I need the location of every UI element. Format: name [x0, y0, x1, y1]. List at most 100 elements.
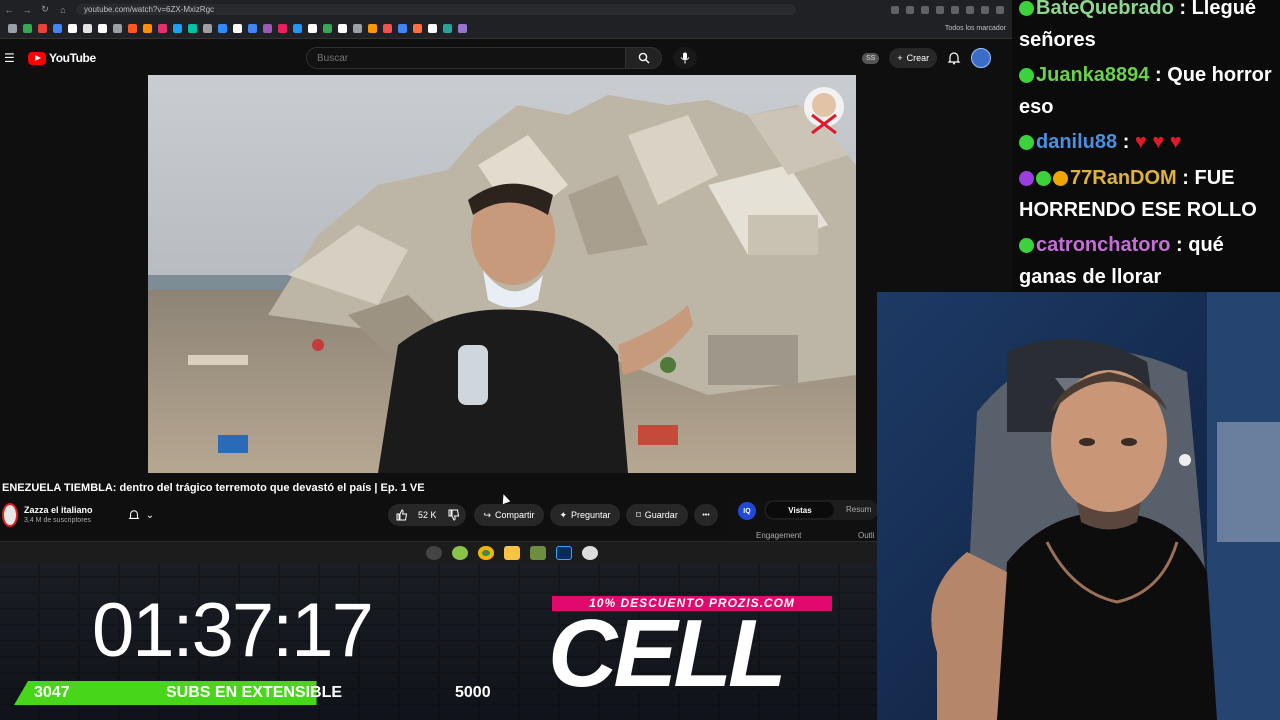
back-icon[interactable]: ← [0, 5, 18, 15]
iq-logo[interactable]: IQ [738, 502, 756, 520]
webcam-feed [877, 292, 1280, 720]
bookmark-icon[interactable] [353, 24, 362, 33]
subathon-timer: 01:37:17 [92, 588, 374, 673]
chevron-down-icon: ⌄ [145, 509, 155, 521]
voice-search-button[interactable] [673, 47, 697, 69]
folder-icon[interactable] [504, 546, 520, 560]
chat-username: BateQuebrado [1036, 0, 1174, 19]
channel-row: Zazza el italiano 3,4 M de suscriptores … [0, 500, 720, 530]
account-avatar[interactable] [971, 48, 992, 68]
bookmark-icon[interactable] [308, 24, 317, 33]
outlier-label: Outli [858, 531, 875, 540]
reload-icon[interactable]: ↻ [36, 4, 54, 15]
bookmark-icon[interactable] [458, 24, 467, 33]
tab-resumen[interactable]: Resum [846, 505, 871, 514]
bookmark-icon[interactable] [8, 24, 17, 33]
kebab-menu-icon[interactable] [996, 5, 1004, 14]
bookmark-icon[interactable] [248, 24, 257, 33]
more-actions-button[interactable]: ••• [694, 504, 718, 526]
bookmark-icon[interactable] [23, 24, 32, 33]
minecraft-icon[interactable] [530, 546, 546, 560]
badge-icon [1053, 171, 1068, 186]
bookmark-icon[interactable] [218, 24, 227, 33]
taskbar [0, 541, 1012, 563]
bookmark-icon[interactable] [323, 24, 332, 33]
stream-screen: ← → ↻ ⌂ youtube.com/watch?v=6ZX-MxizRgc [0, 0, 1280, 720]
bookmark-icon[interactable] [383, 24, 392, 33]
bookmark-icon[interactable] [293, 24, 302, 33]
chrome-icon[interactable] [478, 546, 494, 560]
chat-username: danilu88 [1036, 131, 1118, 153]
bell-icon[interactable] [947, 51, 961, 65]
zoom-icon[interactable] [891, 5, 899, 14]
panel-tabs: Vistas Resum [764, 500, 878, 520]
badge-icon [1019, 68, 1034, 83]
video-frame [148, 75, 856, 473]
save-label: Guardar [644, 510, 678, 520]
bookmark-icon[interactable] [233, 24, 242, 33]
bookmark-icon[interactable] [53, 24, 62, 33]
app-icon[interactable] [582, 546, 598, 560]
search-input[interactable] [306, 47, 626, 69]
photoshop-icon[interactable] [556, 546, 572, 560]
bookmark-icon[interactable] [203, 24, 212, 33]
subscribe-bell-button[interactable]: ⌄ [120, 504, 162, 526]
webcam-image [877, 292, 1280, 720]
bookmark-icon[interactable] [128, 24, 137, 33]
taskbar-icons [426, 546, 598, 560]
bookmark-icon[interactable] [68, 24, 77, 33]
all-bookmarks-link[interactable]: Todos los marcador [945, 25, 1012, 32]
bookmark-icon[interactable] [398, 24, 407, 33]
bookmark-icon: ⌑ [636, 509, 641, 520]
download-icon[interactable] [966, 5, 974, 14]
bookmark-icon[interactable] [38, 24, 47, 33]
channel-avatar[interactable] [2, 503, 18, 527]
tab-vistas[interactable]: Vistas [766, 502, 834, 518]
youtube-logo[interactable]: YouTube [28, 51, 96, 65]
more-icon: ••• [702, 511, 710, 519]
bookmark-icon[interactable] [143, 24, 152, 33]
bookmark-icon[interactable] [413, 24, 422, 33]
video-player[interactable] [148, 75, 856, 473]
chat-message: danilu88 : ♥ ♥ ♥ [1019, 126, 1277, 158]
dislike-button[interactable] [442, 504, 466, 526]
home-icon[interactable]: ⌂ [54, 5, 72, 15]
ask-button[interactable]: ✦ Preguntar [550, 504, 620, 526]
bell-icon [128, 510, 140, 519]
bookmark-icon[interactable] [263, 24, 272, 33]
bookmark-icon[interactable] [278, 24, 287, 33]
bookmark-icon[interactable] [83, 24, 92, 33]
app-icon[interactable] [452, 546, 468, 560]
star-icon[interactable] [921, 5, 929, 14]
subs-goal: 5000 [455, 684, 491, 701]
bookmark-icon[interactable] [98, 24, 107, 33]
search-icon [638, 52, 649, 64]
url-field[interactable]: youtube.com/watch?v=6ZX-MxizRgc [76, 4, 796, 15]
bookmark-icon[interactable] [173, 24, 182, 33]
search-box [306, 47, 662, 69]
cast-icon[interactable] [906, 5, 914, 14]
create-button[interactable]: + Crear [889, 48, 938, 68]
extension-icon[interactable] [936, 5, 944, 14]
save-button[interactable]: ⌑ Guardar [626, 504, 688, 526]
bookmark-icon[interactable] [368, 24, 377, 33]
bookmark-icon[interactable] [188, 24, 197, 33]
bookmark-icon[interactable] [443, 24, 452, 33]
share-button[interactable]: ↪ Compartir [474, 504, 544, 526]
bookmark-icon[interactable] [428, 24, 437, 33]
obs-icon[interactable] [426, 546, 442, 560]
ss-badge[interactable]: SS [862, 52, 880, 64]
chat-text: : [1117, 131, 1135, 153]
extension-icon[interactable] [951, 5, 959, 14]
forward-icon[interactable]: → [18, 5, 36, 15]
menu-icon[interactable]: ☰ [4, 51, 18, 65]
profile-icon[interactable] [981, 5, 989, 14]
badge-icon [1019, 238, 1034, 253]
bookmark-icon[interactable] [338, 24, 347, 33]
analytics-panel: IQ Vistas Resum Engagement Outli [728, 496, 878, 540]
subs-label: SUBS EN EXTENSIBLE [166, 684, 343, 701]
bookmark-icon[interactable] [158, 24, 167, 33]
channel-name[interactable]: Zazza el italiano [24, 505, 93, 515]
bookmark-icon[interactable] [113, 24, 122, 33]
search-button[interactable] [626, 47, 662, 69]
